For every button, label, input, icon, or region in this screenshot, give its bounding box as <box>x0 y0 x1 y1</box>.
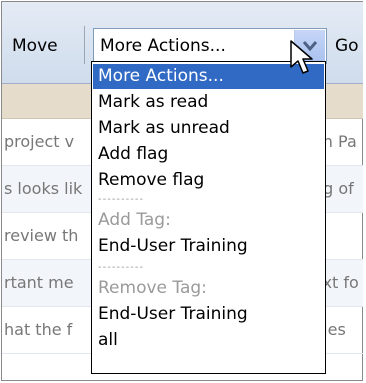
list-item-text: rtant me <box>4 273 74 292</box>
option-separator: ---------- <box>98 194 145 205</box>
option-remove-flag[interactable]: Remove flag <box>93 168 324 193</box>
list-item-text: s looks lik <box>4 179 83 198</box>
mouse-pointer-icon <box>290 40 313 74</box>
move-button[interactable]: Move <box>12 32 58 60</box>
option-add-flag[interactable]: Add flag <box>93 142 324 167</box>
option-mark-as-unread[interactable]: Mark as unread <box>93 116 324 141</box>
option-remove-tag-all[interactable]: all <box>93 328 324 353</box>
list-item-text: review th <box>4 226 79 245</box>
option-remove-tag-end-user-training[interactable]: End-User Training <box>93 302 324 327</box>
option-separator: ---------- <box>98 262 145 273</box>
list-item-text: project v <box>4 132 75 151</box>
toolbar-separator <box>84 26 85 64</box>
option-add-tag-end-user-training[interactable]: End-User Training <box>93 234 324 259</box>
select-value: More Actions... <box>100 36 226 56</box>
option-add-tag-header: Add Tag: <box>98 210 171 230</box>
go-button[interactable]: Go <box>335 32 359 60</box>
option-remove-tag-header: Remove Tag: <box>98 278 207 298</box>
option-mark-as-read[interactable]: Mark as read <box>93 90 324 115</box>
list-item-text: hat the f <box>4 320 73 339</box>
more-actions-dropdown: More Actions... Mark as read Mark as unr… <box>91 61 326 374</box>
